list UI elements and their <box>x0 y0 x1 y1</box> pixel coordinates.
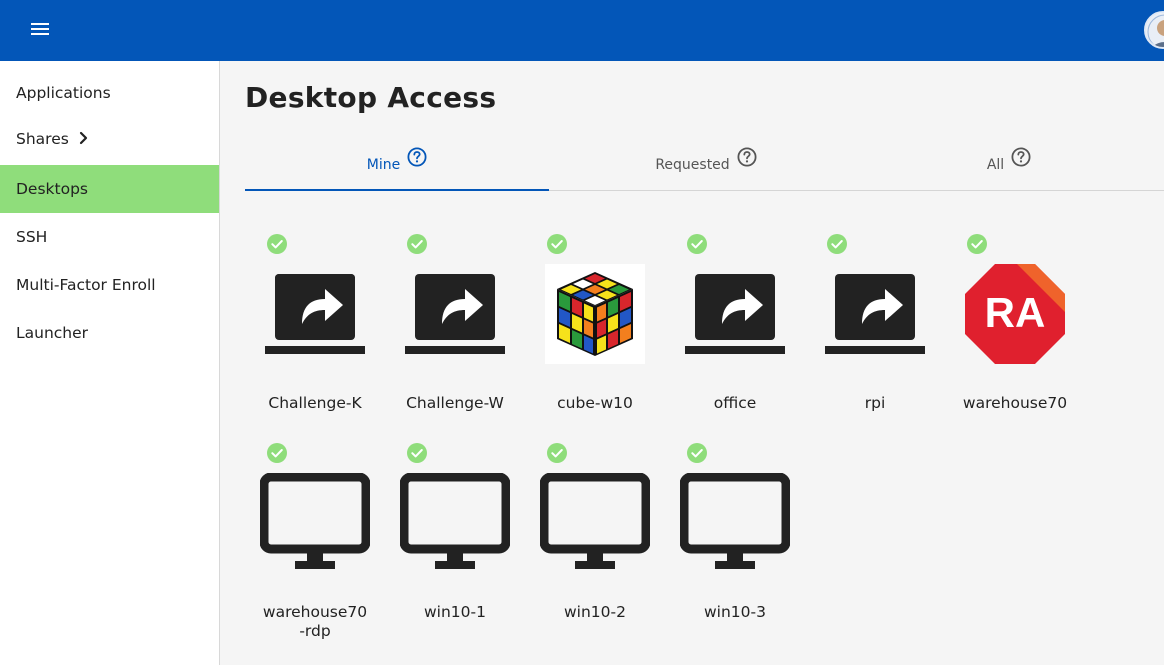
chevron-right-icon <box>79 116 89 164</box>
help-circle-icon[interactable] <box>737 143 757 183</box>
tab-requested[interactable]: Requested <box>554 145 858 191</box>
sidebar-item-label: Shares <box>16 130 69 148</box>
desktop-name: cube-w10 <box>557 394 633 412</box>
sidebar-item-launcher[interactable]: Launcher <box>0 309 219 357</box>
desktop-name: office <box>713 394 757 412</box>
tab-label: All <box>986 157 1005 173</box>
laptop-share-icon <box>825 264 925 364</box>
desktop-tile-challenge-k[interactable]: Challenge-K <box>245 234 385 434</box>
sidebar-item-label: Launcher <box>16 324 89 342</box>
laptop-share-icon <box>265 264 365 364</box>
desktop-name: win10-3 <box>704 603 766 621</box>
desktop-tile-cube-w10[interactable]: cube-w10 <box>525 234 665 434</box>
status-online-icon <box>547 443 567 463</box>
monitor-icon <box>539 472 651 573</box>
desktop-tile-warehouse70-rdp[interactable]: warehouse70 -rdp <box>245 443 385 643</box>
status-online-icon <box>547 234 567 254</box>
tab-label: Mine <box>366 157 401 173</box>
ra-logo-text: RA <box>985 289 1046 336</box>
sidebar-nav: Applications Shares Desktops SSH Multi-F… <box>0 61 220 665</box>
status-online-icon <box>687 234 707 254</box>
desktop-tile-win10-3[interactable]: win10-3 <box>665 443 805 643</box>
monitor-icon <box>259 472 371 573</box>
desktop-tile-win10-2[interactable]: win10-2 <box>525 443 665 643</box>
tab-all[interactable]: All <box>857 145 1161 191</box>
desktop-tile-warehouse70[interactable]: RA warehouse70 <box>945 234 1085 434</box>
help-circle-icon[interactable] <box>1011 143 1031 183</box>
status-online-icon <box>267 234 287 254</box>
sidebar-item-desktops[interactable]: Desktops <box>0 165 219 213</box>
hamburger-icon[interactable] <box>28 20 52 40</box>
sidebar-item-applications[interactable]: Applications <box>0 69 219 117</box>
monitor-icon <box>399 472 511 573</box>
desktop-name: warehouse70 -rdp <box>262 603 368 640</box>
status-online-icon <box>407 443 427 463</box>
desktop-tile-office[interactable]: office <box>665 234 805 434</box>
desktop-tile-challenge-w[interactable]: Challenge-W <box>385 234 525 434</box>
tab-bar: Mine Requested All <box>245 145 1164 191</box>
status-online-icon <box>967 234 987 254</box>
sidebar-item-label: Applications <box>16 84 111 102</box>
ra-logo-icon: RA <box>965 264 1065 364</box>
status-online-icon <box>827 234 847 254</box>
sidebar-item-label: SSH <box>16 228 48 246</box>
sidebar-item-shares[interactable]: Shares <box>0 115 219 163</box>
sidebar-item-label: Multi-Factor Enroll <box>16 276 156 294</box>
desktop-tile-rpi[interactable]: rpi <box>805 234 945 434</box>
user-avatar[interactable] <box>1144 11 1164 49</box>
laptop-share-icon <box>685 264 785 364</box>
sidebar-item-ssh[interactable]: SSH <box>0 213 219 261</box>
monitor-icon <box>679 472 791 573</box>
top-bar <box>0 0 1164 61</box>
desktop-name: Challenge-K <box>268 394 362 412</box>
main-content: Desktop Access Mine Requested All Challe… <box>220 61 1164 665</box>
tab-label: Requested <box>655 157 730 173</box>
desktop-name: warehouse70 <box>962 394 1068 412</box>
desktop-name: Challenge-W <box>406 394 504 412</box>
desktop-tile-win10-1[interactable]: win10-1 <box>385 443 525 643</box>
desktop-name: rpi <box>864 394 886 412</box>
status-online-icon <box>267 443 287 463</box>
desktop-name: win10-2 <box>564 603 626 621</box>
status-online-icon <box>687 443 707 463</box>
laptop-share-icon <box>405 264 505 364</box>
desktop-name: win10-1 <box>424 603 486 621</box>
status-online-icon <box>407 234 427 254</box>
rubiks-cube-icon <box>545 264 645 364</box>
page-title: Desktop Access <box>245 81 497 114</box>
sidebar-item-multi-factor-enroll[interactable]: Multi-Factor Enroll <box>0 261 219 309</box>
help-circle-icon[interactable] <box>407 143 427 183</box>
tab-mine[interactable]: Mine <box>245 145 549 191</box>
sidebar-item-label: Desktops <box>16 180 88 198</box>
